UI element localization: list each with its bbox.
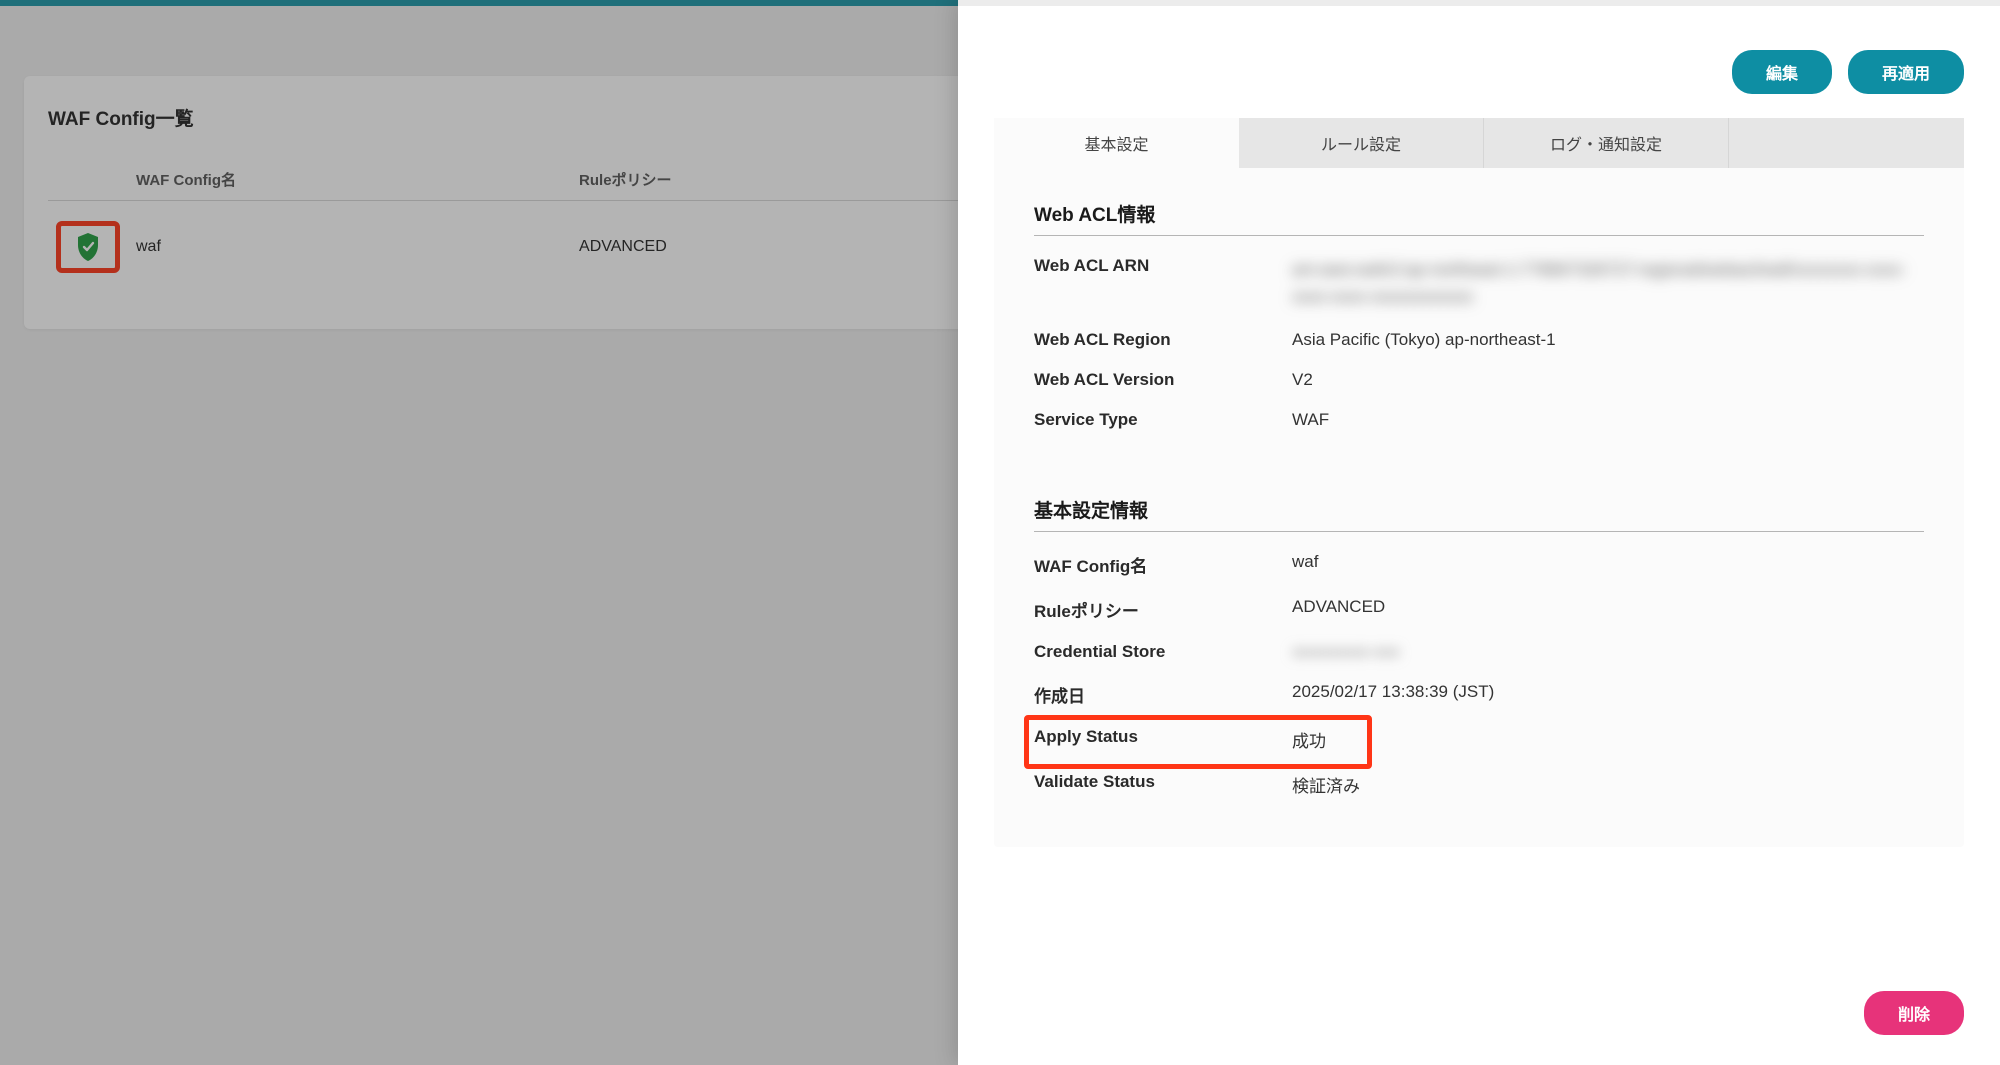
tabs: 基本設定 ルール設定 ログ・通知設定 [994,118,1964,168]
value-validate-status: 検証済み [1292,772,1924,797]
row-service-type: Service Type WAF [1034,400,1924,440]
label-web-acl-region: Web ACL Region [1034,330,1292,350]
value-web-acl-version: V2 [1292,370,1924,390]
panel-card: 基本設定 ルール設定 ログ・通知設定 Web ACL情報 Web ACL ARN… [994,118,1964,847]
value-created-date: 2025/02/17 13:38:39 (JST) [1292,682,1924,702]
label-service-type: Service Type [1034,410,1292,430]
row-waf-config-name: WAF Config名 waf [1034,542,1924,587]
cell-name: waf [128,201,571,294]
value-web-acl-arn: arn:aws:wafv2:ap-northeast-1:77866732672… [1292,256,1924,310]
label-credential-store: Credential Store [1034,642,1292,662]
value-waf-config-name: waf [1292,552,1924,572]
shield-check-icon [76,233,100,261]
row-created-date: 作成日 2025/02/17 13:38:39 (JST) [1034,672,1924,717]
label-apply-status: Apply Status [1034,727,1292,747]
label-validate-status: Validate Status [1034,772,1292,792]
delete-button[interactable]: 削除 [1864,991,1964,1035]
tab-rule[interactable]: ルール設定 [1239,118,1484,168]
row-validate-status: Validate Status 検証済み [1034,762,1924,807]
row-web-acl-version: Web ACL Version V2 [1034,360,1924,400]
row-apply-status: Apply Status 成功 [1034,717,1924,762]
edit-button[interactable]: 編集 [1732,50,1832,94]
col-name: WAF Config名 [128,159,571,201]
label-created-date: 作成日 [1034,682,1292,707]
tab-log[interactable]: ログ・通知設定 [1484,118,1729,168]
drawer-footer: 削除 [958,967,2000,1065]
label-web-acl-arn: Web ACL ARN [1034,256,1292,276]
panel-body: Web ACL情報 Web ACL ARN arn:aws:wafv2:ap-n… [994,168,1964,847]
value-web-acl-region: Asia Pacific (Tokyo) ap-northeast-1 [1292,330,1924,350]
label-waf-config-name: WAF Config名 [1034,552,1292,577]
row-web-acl-arn: Web ACL ARN arn:aws:wafv2:ap-northeast-1… [1034,246,1924,320]
value-credential-store: xxxxxxxxx-xxx [1292,642,1924,662]
tab-basic[interactable]: 基本設定 [994,118,1239,168]
value-apply-status: 成功 [1292,727,1924,752]
row-rule-policy: Ruleポリシー ADVANCED [1034,587,1924,632]
status-cell [48,201,128,294]
drawer-body: 基本設定 ルール設定 ログ・通知設定 Web ACL情報 Web ACL ARN… [958,118,2000,967]
detail-drawer: 編集 再適用 基本設定 ルール設定 ログ・通知設定 Web ACL情報 Web … [958,0,2000,1065]
row-web-acl-region: Web ACL Region Asia Pacific (Tokyo) ap-n… [1034,320,1924,360]
drawer-actions: 編集 再適用 [958,6,2000,118]
value-rule-policy: ADVANCED [1292,597,1924,617]
col-rule-policy: Ruleポリシー [571,159,986,201]
status-highlight [56,221,120,273]
cell-rule-policy: ADVANCED [571,201,986,294]
label-rule-policy: Ruleポリシー [1034,597,1292,622]
section-basic-info-heading: 基本設定情報 [1034,484,1924,532]
value-service-type: WAF [1292,410,1924,430]
label-web-acl-version: Web ACL Version [1034,370,1292,390]
col-status [48,159,128,201]
section-web-acl-heading: Web ACL情報 [1034,188,1924,236]
row-credential-store: Credential Store xxxxxxxxx-xxx [1034,632,1924,672]
reapply-button[interactable]: 再適用 [1848,50,1964,94]
